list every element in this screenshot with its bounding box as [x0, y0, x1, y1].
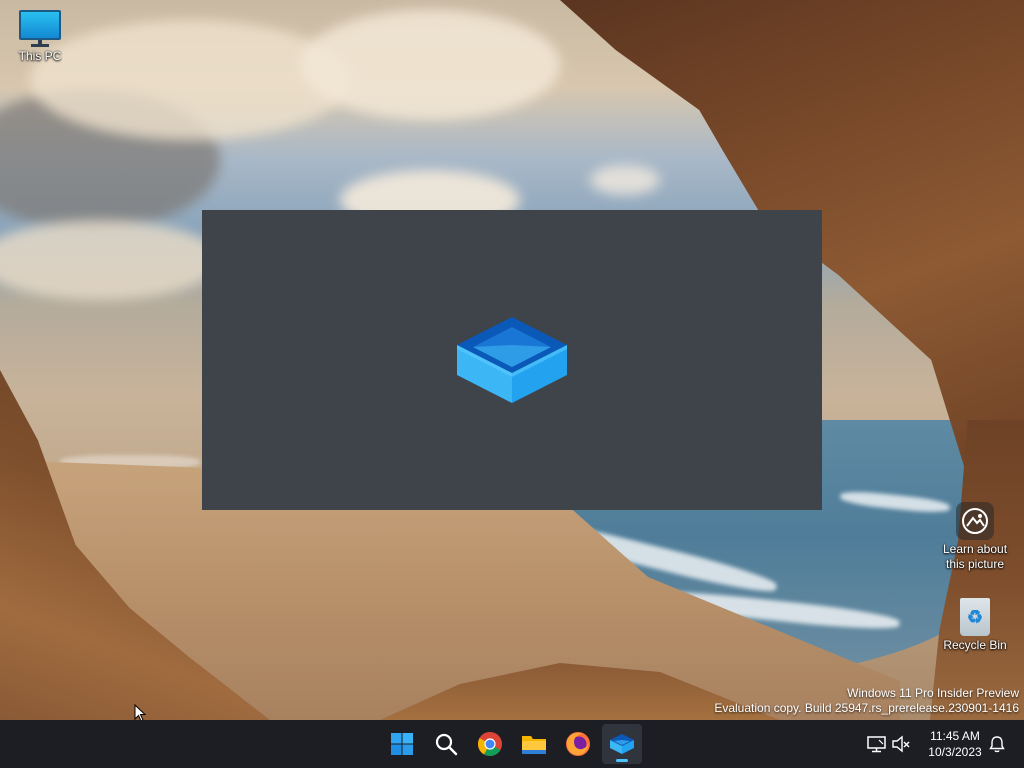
sandbox-box-icon [455, 315, 569, 412]
this-pc-shortcut[interactable]: This PC [0, 10, 80, 64]
notification-bell-icon [989, 736, 1005, 753]
taskbar: 11:45 AM 10/3/2023 [0, 720, 1024, 768]
start-icon [391, 733, 413, 755]
recycle-bin-icon: ♻ [960, 598, 990, 636]
search-icon [435, 733, 458, 756]
firefox-button[interactable] [558, 724, 598, 764]
learn-about-picture-shortcut[interactable]: Learn about this picture [935, 502, 1015, 572]
clock-time: 11:45 AM [930, 729, 980, 743]
volume-muted-icon [892, 735, 910, 753]
sandbox-taskbar-button[interactable] [602, 724, 642, 764]
network-tray-button[interactable] [866, 732, 888, 756]
recycle-bin-shortcut[interactable]: ♻ Recycle Bin [935, 598, 1015, 653]
learn-about-picture-label: Learn about this picture [942, 542, 1008, 571]
sandbox-icon [610, 734, 634, 754]
chrome-button[interactable] [470, 724, 510, 764]
camera-info-icon [956, 502, 994, 540]
file-explorer-icon [522, 736, 546, 754]
active-app-indicator [616, 759, 628, 762]
clock-date: 10/3/2023 [928, 745, 982, 759]
volume-tray-button[interactable] [890, 732, 912, 756]
watermark-edition: Windows 11 Pro Insider Preview [847, 686, 1019, 700]
start-button[interactable] [382, 724, 422, 764]
chrome-icon [477, 732, 502, 757]
sandbox-splash-window[interactable] [202, 210, 822, 510]
clock[interactable]: 11:45 AM 10/3/2023 [918, 728, 992, 760]
monitor-icon [19, 10, 61, 47]
watermark-build: Evaluation copy. Build 25947.rs_prerelea… [714, 701, 1019, 715]
this-pc-label: This PC [18, 49, 62, 63]
notifications-button[interactable] [986, 732, 1008, 756]
search-button[interactable] [426, 724, 466, 764]
file-explorer-button[interactable] [514, 724, 554, 764]
firefox-icon [566, 732, 590, 756]
network-icon [867, 736, 886, 753]
recycle-bin-label: Recycle Bin [943, 638, 1007, 652]
windows-watermark: Windows 11 Pro Insider Preview Evaluatio… [714, 686, 1019, 716]
